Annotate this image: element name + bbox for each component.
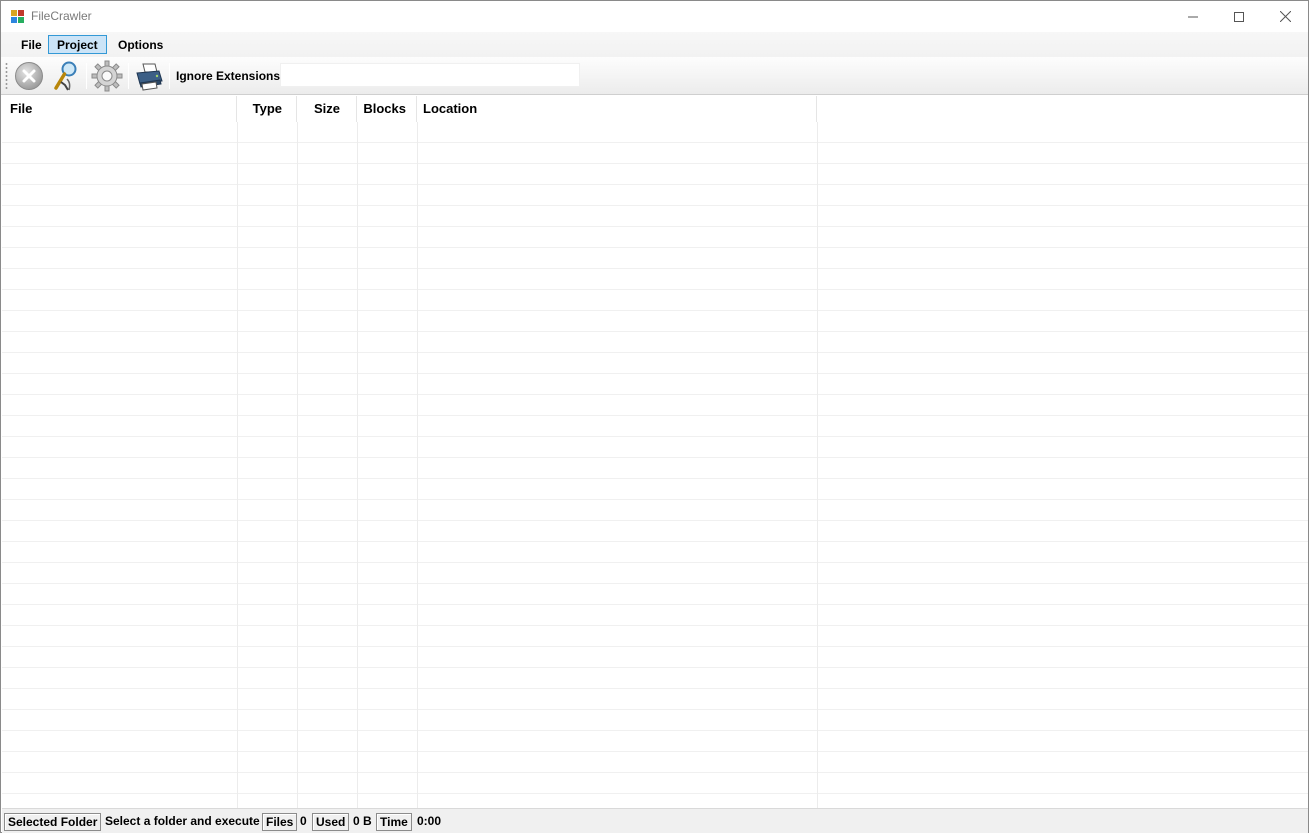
menu-bar: File Project Options xyxy=(1,32,1308,57)
column-header-location[interactable]: Location xyxy=(417,96,817,122)
menu-project[interactable]: Project xyxy=(48,35,107,54)
maximize-icon xyxy=(1234,11,1244,22)
status-time-value: 0:00 xyxy=(417,814,442,828)
stop-icon xyxy=(15,62,43,90)
status-time-label: Time xyxy=(376,813,412,831)
maximize-button[interactable] xyxy=(1216,1,1262,32)
status-files-label: Files xyxy=(262,813,298,831)
toolbar: Ignore Extensions xyxy=(1,57,1308,95)
toolbar-separator xyxy=(128,63,129,89)
print-button[interactable] xyxy=(132,59,166,93)
close-button[interactable] xyxy=(1262,1,1308,32)
file-list-view[interactable]: File Type Size Blocks Location xyxy=(2,96,1308,808)
menu-options[interactable]: Options xyxy=(109,35,172,54)
column-header-size[interactable]: Size xyxy=(297,96,357,122)
column-divider xyxy=(237,122,238,808)
title-bar[interactable]: FileCrawler xyxy=(1,1,1308,32)
minimize-button[interactable] xyxy=(1170,1,1216,32)
status-used-label: Used xyxy=(312,813,350,831)
close-icon xyxy=(1279,11,1291,22)
print-icon xyxy=(136,63,163,91)
toolbar-separator xyxy=(169,63,170,89)
search-folder-icon xyxy=(54,61,77,91)
column-header-type[interactable]: Type xyxy=(237,96,297,122)
ignore-extensions-input[interactable] xyxy=(280,63,580,87)
search-folder-button[interactable] xyxy=(49,59,83,93)
column-divider xyxy=(297,122,298,808)
column-divider xyxy=(357,122,358,808)
status-selected-folder-label: Selected Folder xyxy=(4,813,102,831)
main-window: FileCrawler File Project Options Ignore … xyxy=(0,0,1309,833)
column-divider xyxy=(417,122,418,808)
minimize-icon xyxy=(1188,16,1198,17)
settings-button[interactable] xyxy=(90,59,124,93)
settings-gear-icon xyxy=(91,60,123,92)
list-header: File Type Size Blocks Location xyxy=(2,96,1308,122)
toolbar-grip[interactable] xyxy=(5,62,8,90)
status-selected-folder-value: Select a folder and execute xyxy=(105,814,260,828)
column-header-blocks[interactable]: Blocks xyxy=(357,96,417,122)
status-files-value: 0 xyxy=(300,814,307,828)
list-rows xyxy=(2,122,1308,808)
ignore-extensions-label: Ignore Extensions xyxy=(176,69,281,83)
status-bar: Selected Folder Select a folder and exec… xyxy=(2,808,1308,833)
toolbar-separator xyxy=(86,63,87,89)
column-header-file[interactable]: File xyxy=(2,96,237,122)
column-divider xyxy=(817,122,818,808)
menu-file[interactable]: File xyxy=(12,35,51,54)
stop-button[interactable] xyxy=(12,59,46,93)
status-used-value: 0 B xyxy=(353,814,372,828)
window-title: FileCrawler xyxy=(31,9,92,23)
app-icon xyxy=(11,10,24,23)
